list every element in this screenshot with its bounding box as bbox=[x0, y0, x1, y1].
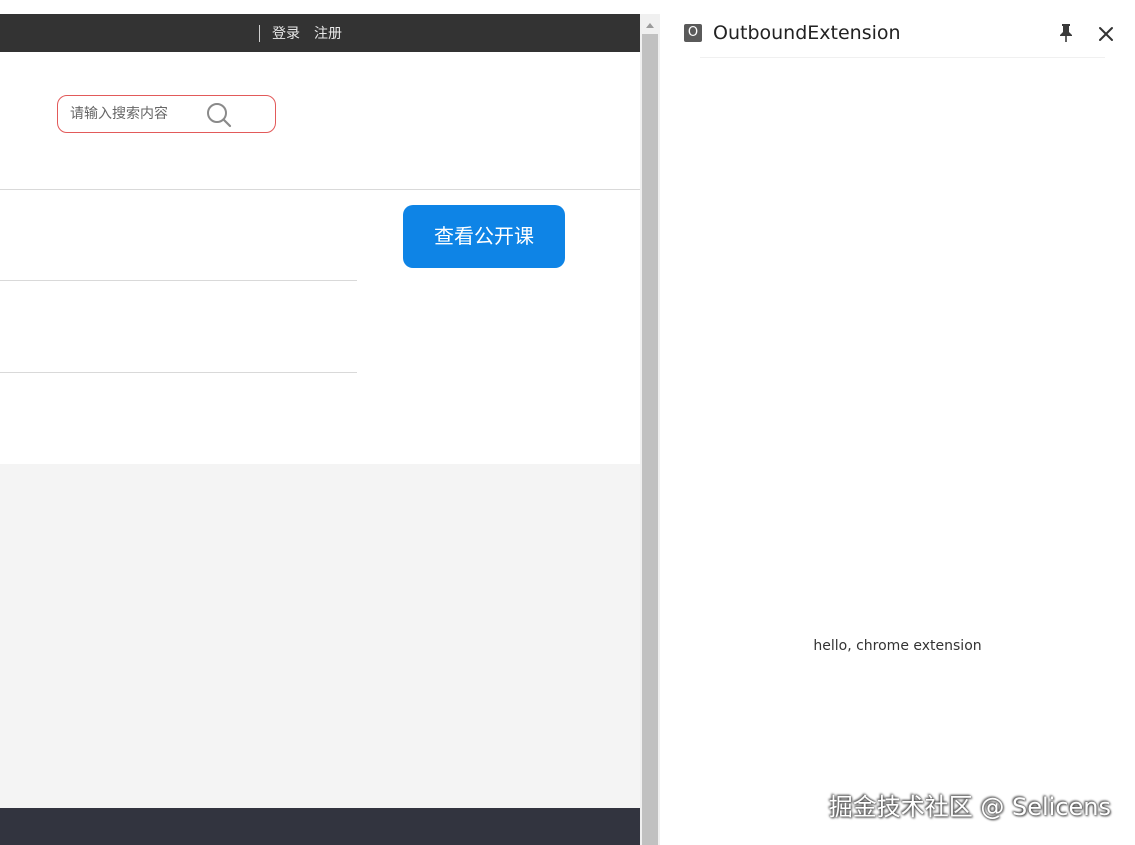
close-icon[interactable] bbox=[1096, 24, 1116, 44]
list-divider bbox=[0, 280, 357, 281]
extension-side-panel: O OutboundExtension hello, chrome extens… bbox=[660, 0, 1135, 845]
top-nav-bar: 登录 注册 bbox=[0, 14, 640, 52]
scroll-up-button[interactable] bbox=[640, 14, 660, 34]
nav-divider bbox=[259, 25, 260, 42]
web-page: 登录 注册 查看公开课 bbox=[0, 0, 640, 845]
list-divider bbox=[0, 372, 357, 373]
section-divider bbox=[0, 189, 640, 190]
panel-header-divider bbox=[700, 57, 1105, 58]
search-input[interactable] bbox=[70, 104, 200, 124]
search-box bbox=[57, 95, 276, 133]
panel-message: hello, chrome extension bbox=[813, 638, 982, 654]
page-scrollbar[interactable] bbox=[640, 14, 660, 845]
extension-favicon-icon: O bbox=[684, 24, 702, 42]
content-section bbox=[0, 464, 640, 808]
footer-bar bbox=[0, 808, 640, 845]
scroll-thumb[interactable] bbox=[642, 34, 658, 845]
pin-icon[interactable] bbox=[1056, 22, 1076, 44]
arrow-up-icon bbox=[646, 23, 654, 28]
login-link[interactable]: 登录 bbox=[272, 24, 300, 44]
register-link[interactable]: 注册 bbox=[314, 24, 342, 44]
view-open-course-button[interactable]: 查看公开课 bbox=[403, 205, 565, 268]
search-icon[interactable] bbox=[206, 102, 232, 128]
watermark-text: 掘金技术社区 @ Selicens bbox=[828, 793, 1111, 821]
panel-title: OutboundExtension bbox=[713, 22, 901, 44]
